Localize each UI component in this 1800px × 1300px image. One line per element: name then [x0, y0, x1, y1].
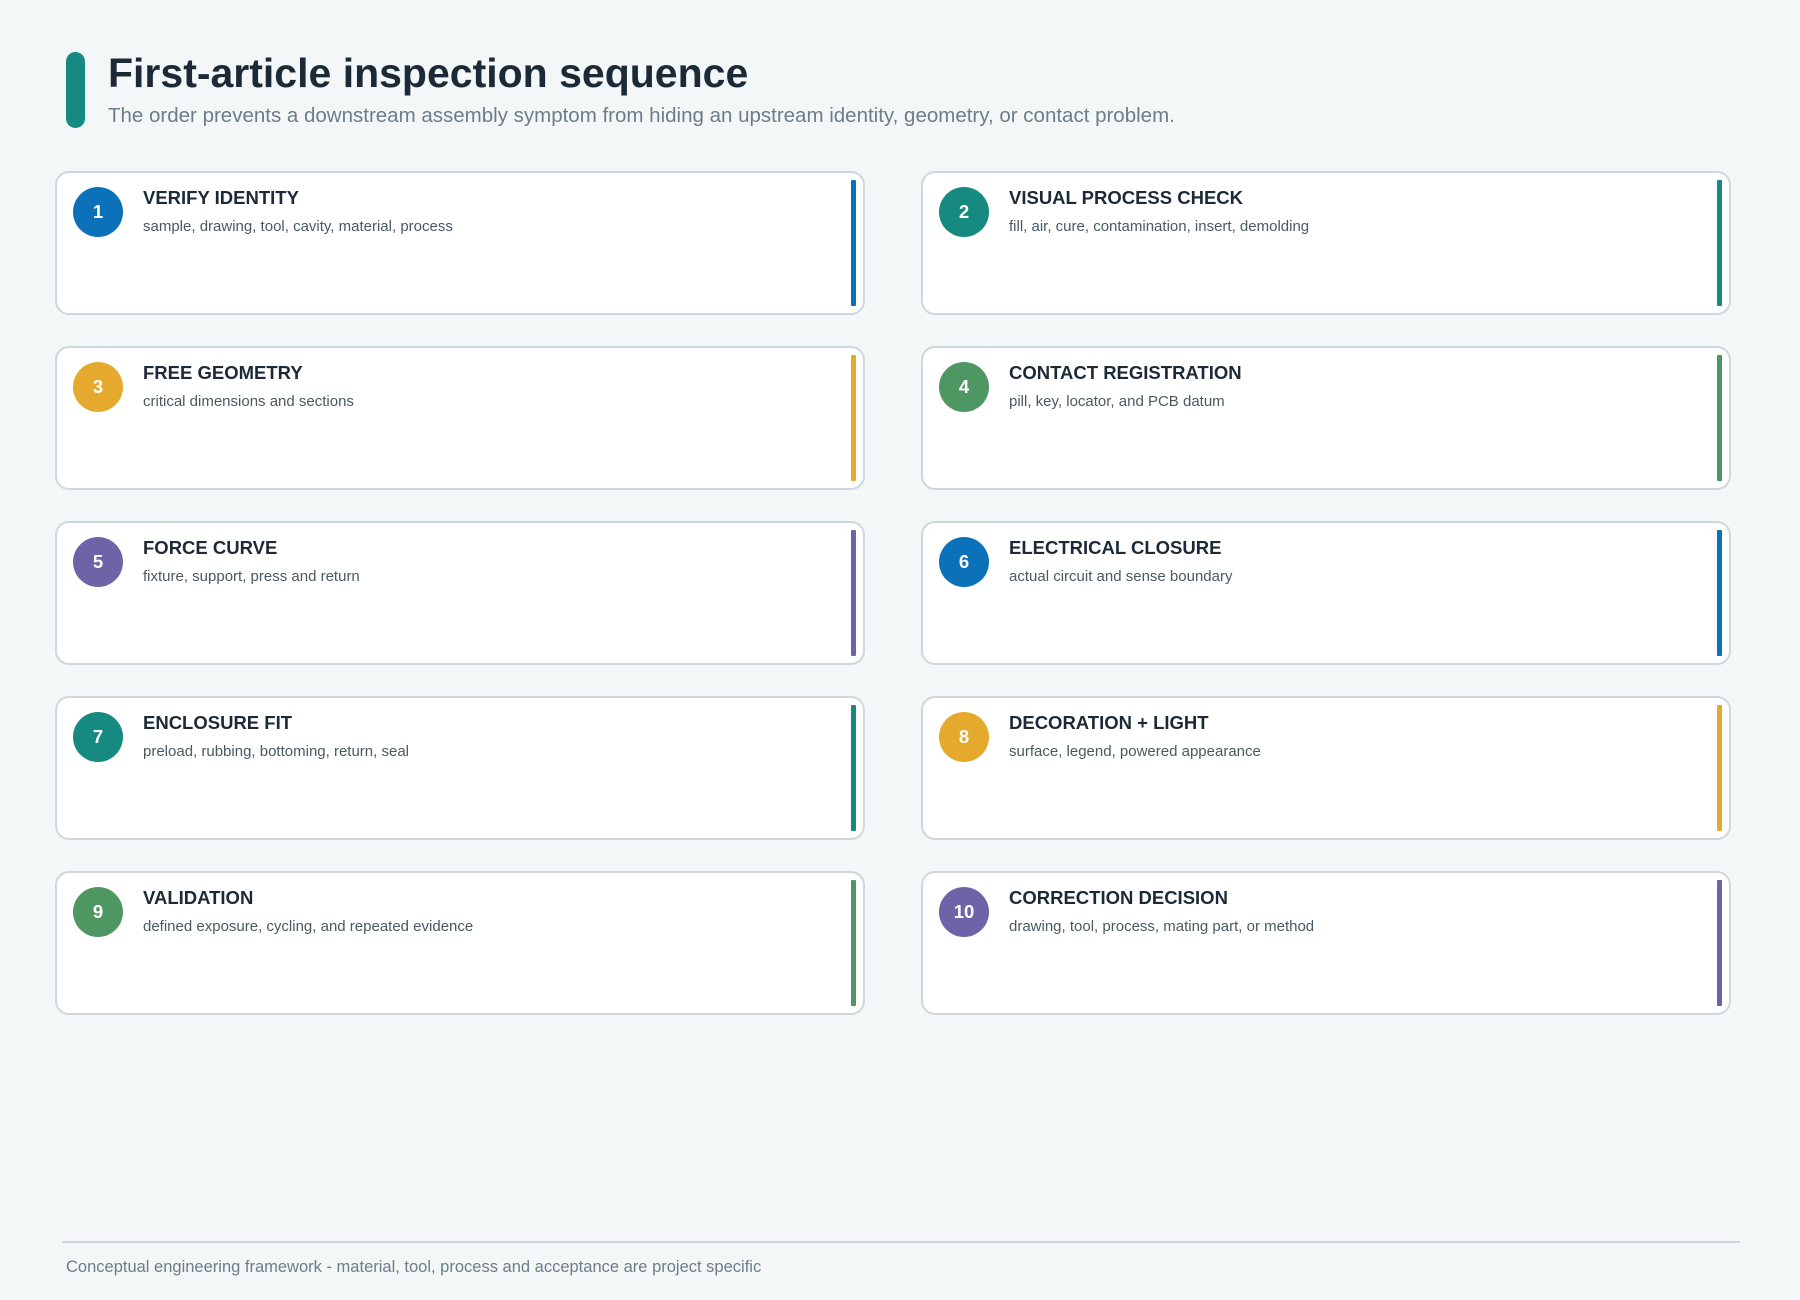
step-description: defined exposure, cycling, and repeated … — [143, 918, 474, 935]
step-description: surface, legend, powered appearance — [1009, 743, 1261, 760]
step-description: critical dimensions and sections — [143, 393, 354, 410]
step-description: fixture, support, press and return — [143, 568, 360, 585]
step-title: FREE GEOMETRY — [143, 362, 303, 383]
header-accent-bar — [66, 52, 85, 128]
step-color-bar — [851, 355, 856, 481]
step-description: sample, drawing, tool, cavity, material,… — [143, 218, 453, 235]
step-number-badge: 4 — [939, 362, 989, 412]
step-number-badge: 1 — [73, 187, 123, 237]
step-title: ELECTRICAL CLOSURE — [1009, 537, 1222, 558]
page-title: First-article inspection sequence — [108, 50, 749, 96]
step-description: actual circuit and sense boundary — [1009, 568, 1233, 585]
step-title: VERIFY IDENTITY — [143, 187, 299, 208]
step-color-bar — [851, 880, 856, 1006]
step-title: DECORATION + LIGHT — [1009, 712, 1209, 733]
step-color-bar — [1717, 880, 1722, 1006]
step-number-badge: 9 — [73, 887, 123, 937]
step-color-bar — [1717, 180, 1722, 306]
step-color-bar — [851, 705, 856, 831]
step-title: CORRECTION DECISION — [1009, 887, 1228, 908]
step-color-bar — [851, 180, 856, 306]
step-card-1: 1 VERIFY IDENTITY sample, drawing, tool,… — [55, 171, 865, 315]
step-color-bar — [1717, 705, 1722, 831]
step-card-4: 4 CONTACT REGISTRATION pill, key, locato… — [921, 346, 1731, 490]
steps-grid: 1 VERIFY IDENTITY sample, drawing, tool,… — [55, 171, 1731, 1015]
step-card-9: 9 VALIDATION defined exposure, cycling, … — [55, 871, 865, 1015]
step-title: FORCE CURVE — [143, 537, 278, 558]
step-card-10: 10 CORRECTION DECISION drawing, tool, pr… — [921, 871, 1731, 1015]
step-number-badge: 5 — [73, 537, 123, 587]
step-number-badge: 6 — [939, 537, 989, 587]
step-description: fill, air, cure, contamination, insert, … — [1009, 218, 1310, 235]
page-subtitle: The order prevents a downstream assembly… — [108, 104, 1175, 127]
footer-divider — [62, 1241, 1740, 1243]
step-number-badge: 10 — [939, 887, 989, 937]
step-color-bar — [851, 530, 856, 656]
step-number-badge: 2 — [939, 187, 989, 237]
header: First-article inspection sequence The or… — [66, 50, 1726, 130]
step-card-2: 2 VISUAL PROCESS CHECK fill, air, cure, … — [921, 171, 1731, 315]
step-card-8: 8 DECORATION + LIGHT surface, legend, po… — [921, 696, 1731, 840]
step-description: preload, rubbing, bottoming, return, sea… — [143, 743, 409, 760]
step-title: CONTACT REGISTRATION — [1009, 362, 1242, 383]
step-color-bar — [1717, 530, 1722, 656]
step-title: VALIDATION — [143, 887, 254, 908]
step-color-bar — [1717, 355, 1722, 481]
step-card-5: 5 FORCE CURVE fixture, support, press an… — [55, 521, 865, 665]
step-description: pill, key, locator, and PCB datum — [1009, 393, 1225, 410]
step-description: drawing, tool, process, mating part, or … — [1009, 918, 1315, 935]
step-number-badge: 3 — [73, 362, 123, 412]
step-title: VISUAL PROCESS CHECK — [1009, 187, 1244, 208]
footer-note: Conceptual engineering framework - mater… — [66, 1258, 762, 1276]
step-card-6: 6 ELECTRICAL CLOSURE actual circuit and … — [921, 521, 1731, 665]
step-title: ENCLOSURE FIT — [143, 712, 293, 733]
step-number-badge: 8 — [939, 712, 989, 762]
step-card-7: 7 ENCLOSURE FIT preload, rubbing, bottom… — [55, 696, 865, 840]
step-card-3: 3 FREE GEOMETRY critical dimensions and … — [55, 346, 865, 490]
step-number-badge: 7 — [73, 712, 123, 762]
